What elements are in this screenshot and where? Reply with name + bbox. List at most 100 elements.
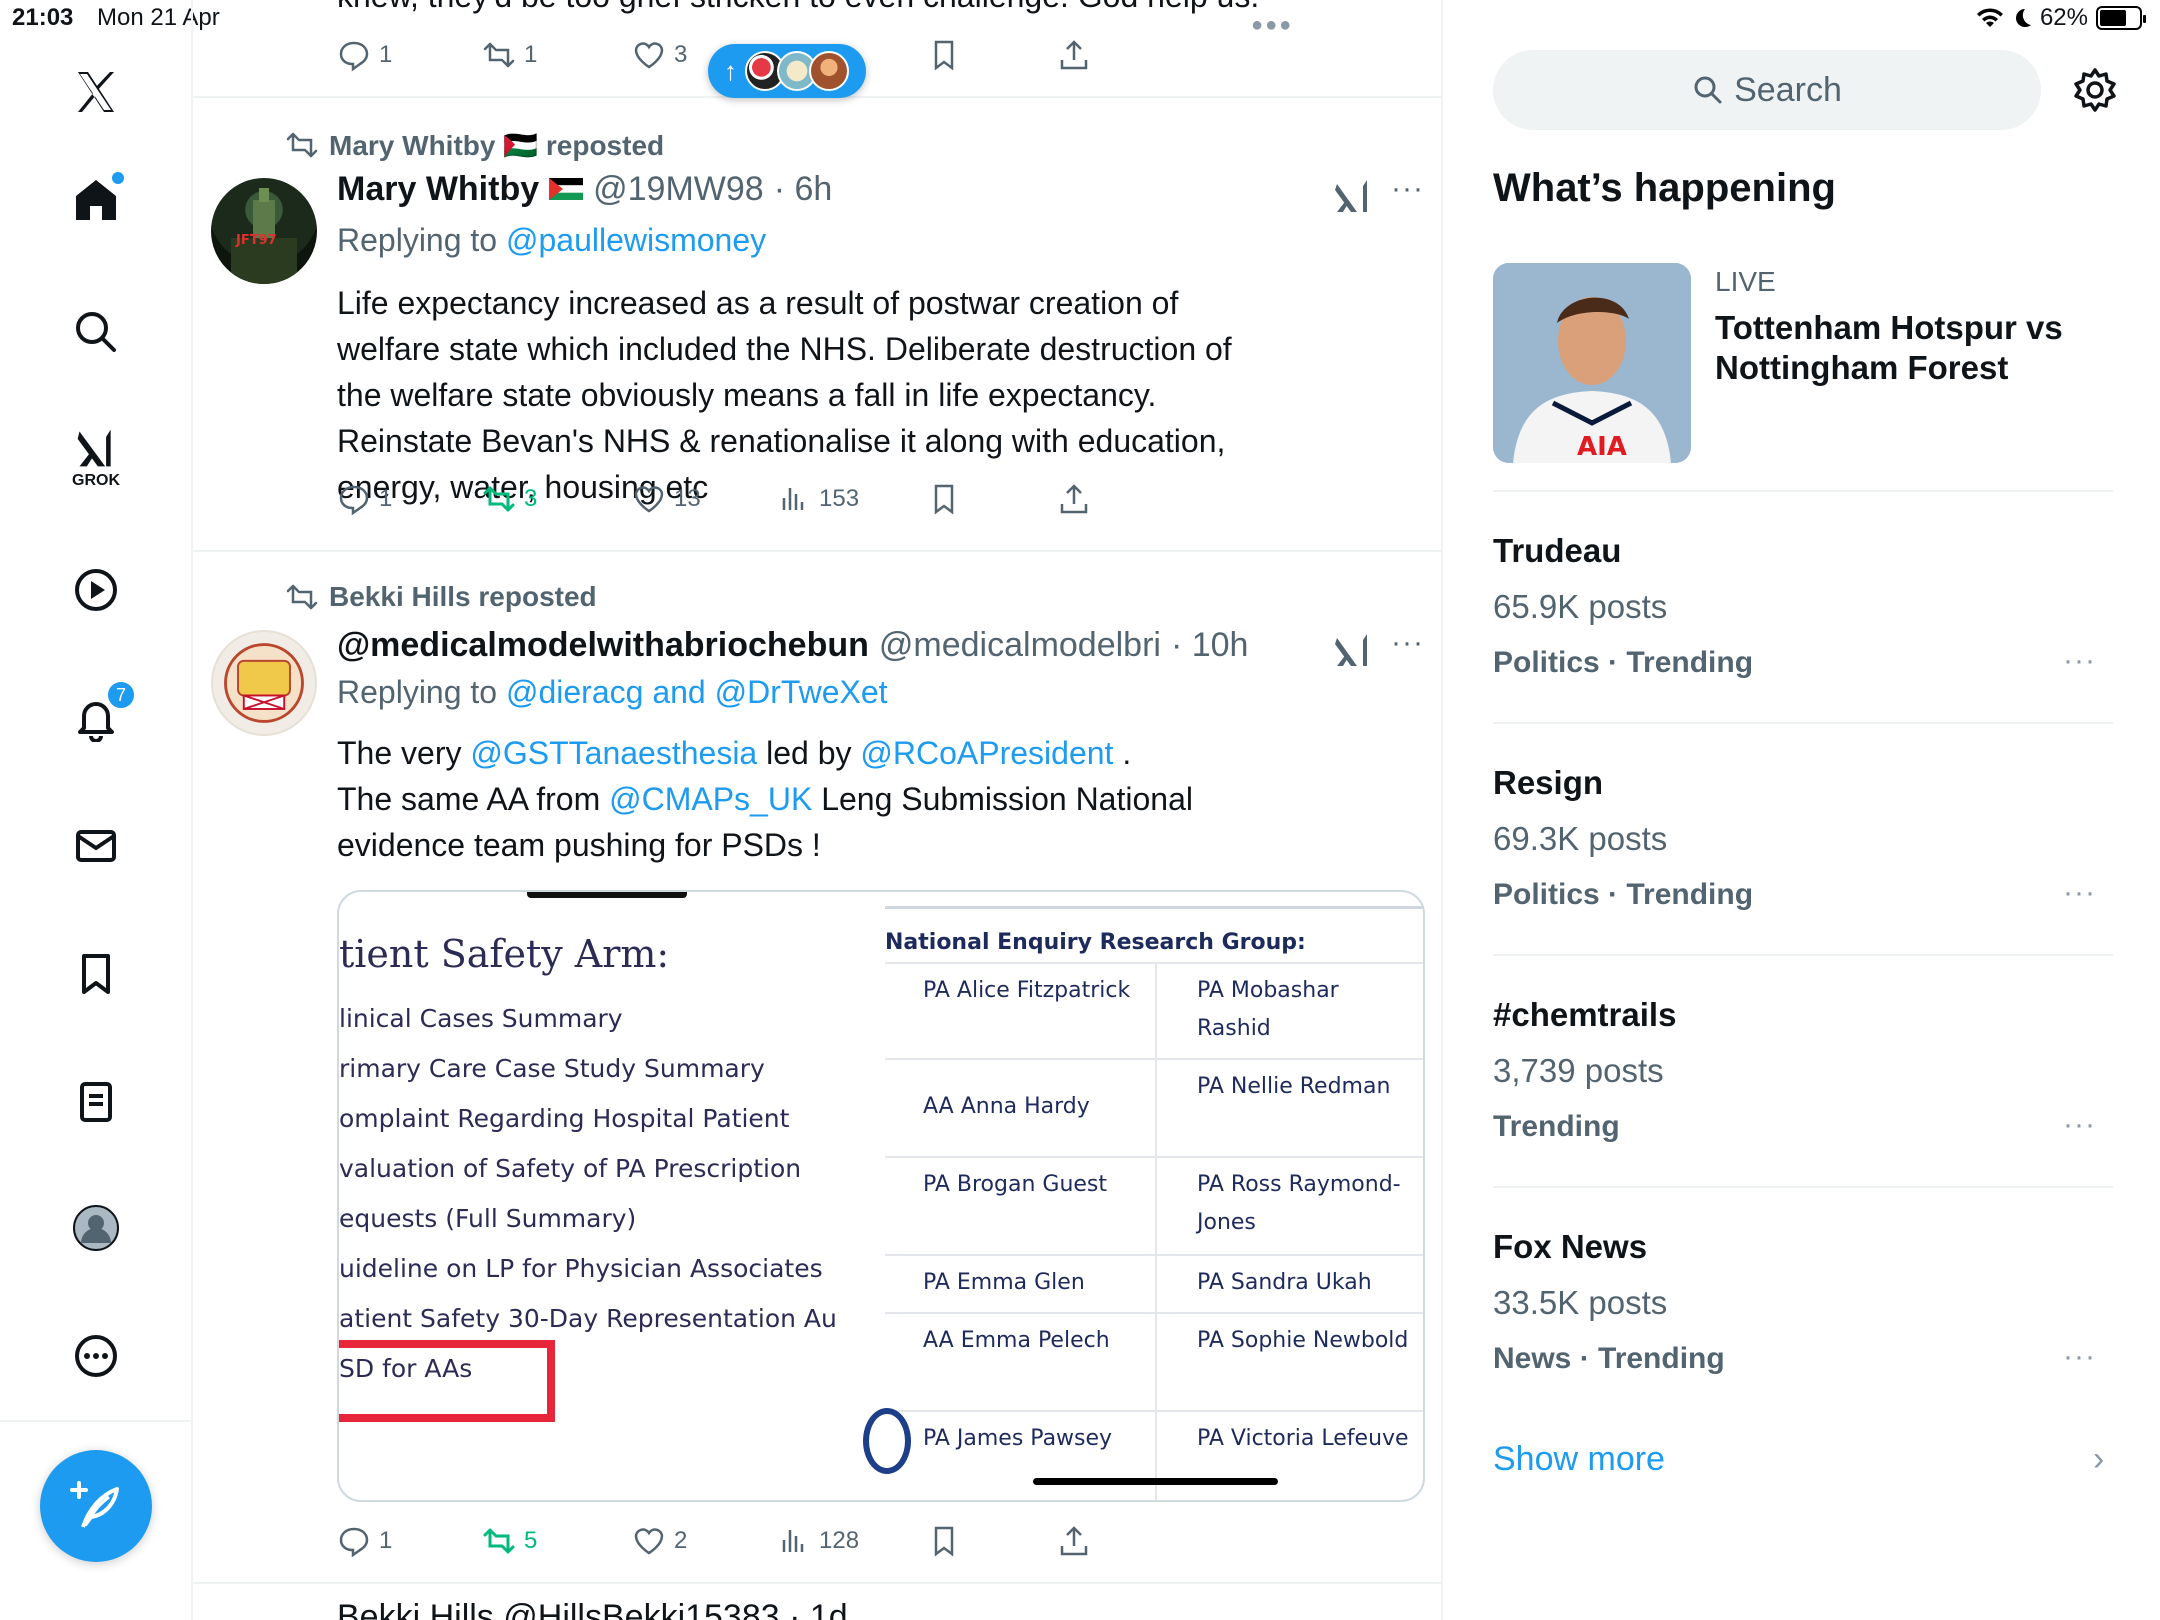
palestine-flag-icon [549, 178, 584, 200]
profile-avatar-icon[interactable] [48, 1180, 144, 1276]
mention-link[interactable]: @RCoAPresident [860, 735, 1113, 771]
replying-prefix: Replying to [337, 674, 506, 710]
trend-post-count: 33.5K posts [1493, 1284, 1668, 1321]
reply-button[interactable]: 1 [337, 38, 392, 72]
show-more-link[interactable]: Show more [1493, 1440, 1665, 1479]
document-item: linical Cases Summary [339, 1004, 623, 1033]
search-input[interactable]: Search [1493, 50, 2041, 130]
tweet-text-part: led by [757, 735, 861, 771]
replying-prefix: Replying to [337, 222, 506, 258]
trend-category: Trending [1493, 1110, 1620, 1143]
tweet-time[interactable]: · 6h [774, 170, 833, 209]
bookmark-button[interactable] [927, 38, 961, 72]
messages-mail-icon[interactable] [48, 798, 144, 894]
repost-icon [483, 1528, 515, 1554]
trend-more-button[interactable]: ··· [2063, 1340, 2096, 1374]
trend-post-count: 3,739 posts [1493, 1052, 1664, 1089]
whats-happening-heading: What’s happening [1493, 166, 1836, 210]
more-options-button[interactable]: ··· [1391, 626, 1424, 660]
notifications-bell-icon[interactable]: 7 [48, 670, 144, 766]
grok-icon[interactable]: GROK [48, 410, 144, 506]
user-handle[interactable]: @medicalmodelbri [879, 626, 1161, 665]
bookmarks-icon[interactable] [48, 926, 144, 1022]
x-logo-icon[interactable] [48, 44, 144, 140]
table-title: National Enquiry Research Group: [885, 930, 1306, 955]
views-button[interactable]: 153 [777, 482, 859, 516]
lists-icon[interactable] [48, 1054, 144, 1150]
explore-search-icon[interactable] [48, 284, 144, 380]
next-tweet-header[interactable]: Bekki Hills @HillsBekki15383 · 1d [337, 1598, 848, 1620]
video-play-icon[interactable] [48, 542, 144, 638]
bookmark-icon [934, 40, 954, 71]
tweet-time[interactable]: · 10h [1171, 626, 1249, 665]
more-options-button[interactable]: ··· [1391, 172, 1424, 206]
repost-button[interactable]: 5 [482, 1524, 537, 1558]
document-item: uideline on LP for Physician Associates [339, 1254, 823, 1283]
settings-gear-icon[interactable] [2071, 66, 2119, 114]
display-name[interactable]: Mary Whitby [337, 170, 539, 209]
tweet-avatar[interactable] [211, 630, 317, 736]
table-row-divider [885, 1058, 1423, 1060]
share-button[interactable] [1057, 1524, 1091, 1558]
home-unread-dot [112, 172, 124, 184]
tweet-text-part: The very [337, 735, 471, 771]
search-icon [1694, 76, 1722, 104]
compose-post-button[interactable] [40, 1450, 152, 1562]
tweet-text-part: The same AA from [337, 781, 610, 817]
table-cell: PA Victoria Lefeuve [1197, 1426, 1409, 1451]
trend-category: Politics · Trending [1493, 646, 1754, 679]
table-row-divider [885, 1312, 1423, 1314]
share-button[interactable] [1057, 38, 1091, 72]
trend-more-button[interactable]: ··· [2063, 876, 2096, 910]
tweet-avatar[interactable]: JFT97 [211, 178, 317, 284]
like-count: 2 [674, 1527, 688, 1554]
repost-count: 3 [524, 485, 538, 512]
right-sidebar: Search What’s happening AIA LIVE Tottenh… [1443, 0, 2160, 1620]
bookmark-button[interactable] [927, 1524, 961, 1558]
tweet-actions: 1 3 13 153 [337, 482, 1317, 522]
tweet-actions: 1 5 2 128 [337, 1524, 1317, 1564]
reply-icon [339, 485, 369, 516]
trend-separator [1493, 954, 2113, 956]
views-button[interactable]: 128 [777, 1524, 859, 1558]
table-row-divider [885, 1254, 1423, 1256]
share-icon [1060, 40, 1088, 70]
repost-button[interactable]: 3 [482, 482, 537, 516]
bookmark-button[interactable] [927, 482, 961, 516]
reply-count: 1 [379, 41, 393, 68]
home-indicator-bar [1033, 1478, 1278, 1485]
trend-separator [1493, 1186, 2113, 1188]
repost-icon [483, 42, 515, 68]
more-options-icon[interactable] [48, 1308, 144, 1404]
reply-mention-link[interactable]: @dieracg and @DrTweXet [506, 674, 888, 710]
tweet-text-part: . [1113, 735, 1132, 771]
share-button[interactable] [1057, 482, 1091, 516]
trend-more-button[interactable]: ··· [2063, 644, 2096, 678]
blue-logo-fragment [863, 1408, 911, 1474]
like-button[interactable]: 13 [632, 482, 701, 516]
like-button[interactable]: 2 [632, 1524, 687, 1558]
left-nav: GROK 7 [0, 0, 193, 1620]
grok-explain-icon[interactable] [1333, 630, 1373, 670]
display-name[interactable]: @medicalmodelwithabriochebun [337, 626, 869, 665]
mention-link[interactable]: @GSTTanaesthesia [470, 735, 757, 771]
reply-icon [339, 41, 369, 72]
red-highlight-box [339, 1340, 555, 1422]
reply-button[interactable]: 1 [337, 1524, 392, 1558]
reply-button[interactable]: 1 [337, 482, 392, 516]
new-posts-pill[interactable]: ↑ [708, 44, 866, 98]
tweet-media-image[interactable]: tient Safety Arm: linical Cases Summary … [337, 890, 1425, 1502]
user-handle[interactable]: @19MW98 [593, 170, 764, 209]
trend-more-button[interactable]: ··· [2063, 1108, 2096, 1142]
new-post-avatar [809, 51, 849, 91]
like-button[interactable]: 3 [632, 38, 687, 72]
mention-link[interactable]: @CMAPs_UK [609, 781, 812, 817]
drag-handle-icon[interactable]: ●●● [1251, 14, 1293, 37]
replying-to: Replying to @paullewismoney [337, 222, 766, 259]
table-cell: AA Anna Hardy [923, 1094, 1090, 1119]
home-icon[interactable] [48, 152, 144, 248]
reply-mention-link[interactable]: @paullewismoney [506, 222, 766, 258]
table-row-divider [885, 962, 1423, 964]
repost-button[interactable]: 1 [482, 38, 537, 72]
grok-explain-icon[interactable] [1333, 176, 1373, 216]
